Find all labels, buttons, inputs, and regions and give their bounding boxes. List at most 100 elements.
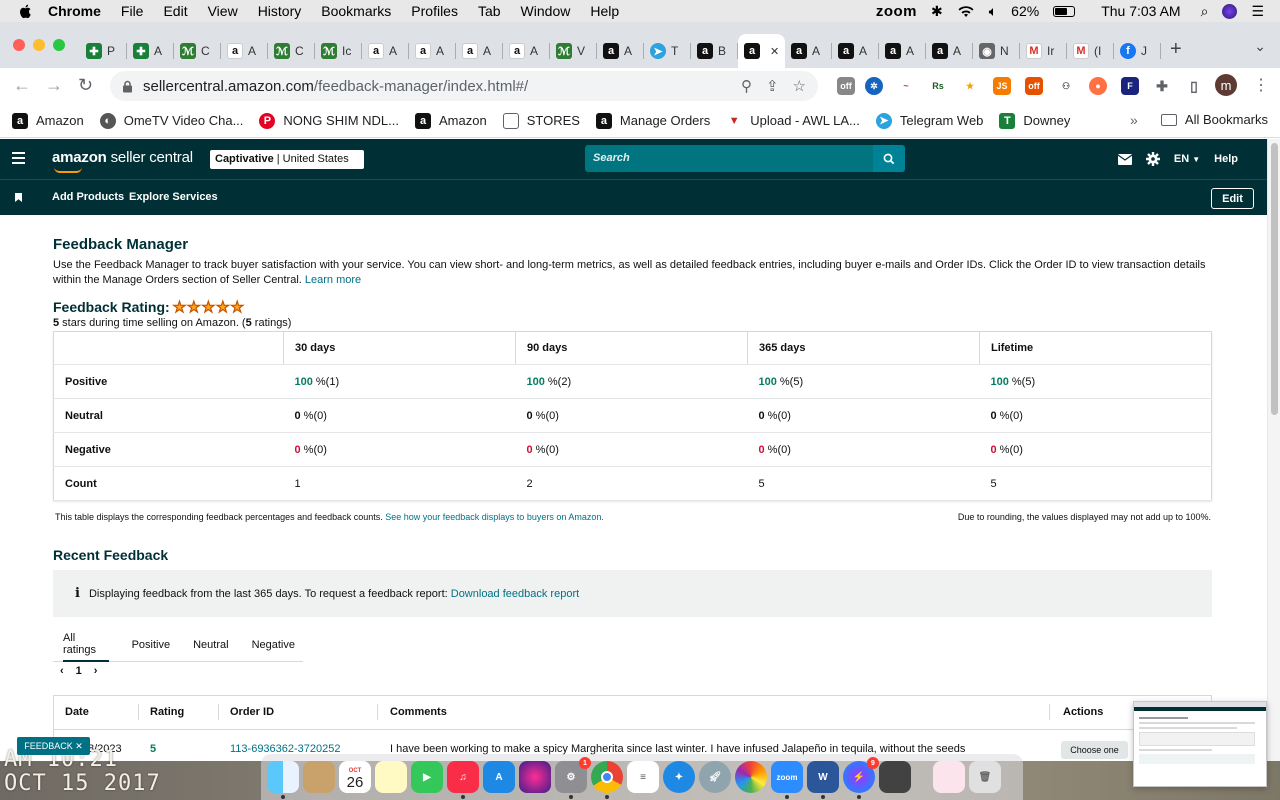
browser-tab[interactable]: aA	[832, 34, 879, 68]
bookmark-manage-orders[interactable]: a Manage Orders	[595, 112, 710, 129]
feedback-display-link[interactable]: See how your feedback displays to buyers…	[385, 512, 604, 522]
account-switcher[interactable]: Captivative | United States	[210, 150, 364, 169]
reminders-icon[interactable]: ≡	[627, 761, 659, 793]
current-page[interactable]: 1	[76, 665, 82, 677]
menu-app-name[interactable]: Chrome	[48, 3, 101, 19]
help-link[interactable]: Help	[1214, 153, 1238, 165]
word-icon[interactable]: W	[807, 761, 839, 799]
menu-help[interactable]: Help	[590, 3, 619, 19]
browser-tab[interactable]: aA	[456, 34, 503, 68]
browser-tab[interactable]: a ✕	[738, 34, 785, 68]
photos-icon[interactable]	[735, 761, 767, 793]
extension-link-icon[interactable]: ⚇	[1057, 77, 1075, 95]
address-bar[interactable]: sellercentral.amazon.com/feedback-manage…	[110, 71, 818, 101]
choose-action-dropdown[interactable]: Choose one	[1061, 741, 1128, 759]
system-preferences-icon[interactable]: ⚙ 1	[555, 757, 591, 799]
new-tab-button[interactable]: +	[1170, 38, 1182, 61]
extension-f-icon[interactable]: F	[1121, 77, 1139, 95]
volume-icon[interactable]: 🔈︎	[989, 3, 997, 20]
header-rating[interactable]: Rating	[150, 706, 184, 718]
browser-tab[interactable]: aA	[879, 34, 926, 68]
spotlight-search-icon[interactable]: ⌕	[1201, 3, 1209, 20]
browser-tab[interactable]: aA	[221, 34, 268, 68]
zoom-status-icon[interactable]: zoom	[876, 3, 917, 20]
menu-profiles[interactable]: Profiles	[411, 3, 458, 19]
browser-tab[interactable]: aA	[362, 34, 409, 68]
learn-more-link[interactable]: Learn more	[305, 274, 361, 286]
mail-icon[interactable]	[1117, 153, 1132, 165]
window-close-button[interactable]	[13, 39, 25, 51]
window-zoom-button[interactable]	[53, 39, 65, 51]
header-date[interactable]: Date	[65, 706, 89, 718]
notes-tan-icon[interactable]	[303, 761, 335, 793]
browser-tab[interactable]: ℳC	[268, 34, 315, 68]
bookmarks-overflow-chevron-icon[interactable]: »	[1130, 112, 1138, 128]
browser-tab[interactable]: M (I	[1067, 34, 1114, 68]
siri-icon[interactable]	[1222, 3, 1238, 19]
wifi-icon[interactable]	[957, 5, 975, 18]
extension-off2-icon[interactable]: off	[1025, 77, 1043, 95]
tab-positive[interactable]: Positive	[132, 628, 171, 662]
browser-tab[interactable]: ✚ A	[127, 34, 174, 68]
bookmark-ometv[interactable]: ◐ OmeTV Video Cha...	[99, 112, 243, 129]
calendar-icon[interactable]: OCT 26	[339, 761, 371, 793]
bluetooth-icon[interactable]: ✱	[931, 3, 943, 20]
siri-app-icon[interactable]	[519, 761, 551, 793]
scrollbar-thumb[interactable]	[1271, 143, 1278, 415]
extension-rs-icon[interactable]: Rs	[929, 77, 947, 95]
header-order-id[interactable]: Order ID	[230, 706, 274, 718]
zoom-app-icon[interactable]: zoom	[771, 761, 803, 799]
browser-tab[interactable]: aA	[503, 34, 550, 68]
bookmark-downey[interactable]: T Downey	[999, 112, 1070, 129]
tab-negative[interactable]: Negative	[252, 628, 295, 662]
menu-edit[interactable]: Edit	[163, 3, 187, 19]
browser-tab[interactable]: aA	[409, 34, 456, 68]
browser-tab[interactable]: fJ	[1114, 34, 1161, 68]
browser-tab[interactable]: aB	[691, 34, 738, 68]
menubar-clock[interactable]: Thu 7:03 AM	[1101, 3, 1180, 19]
printer-icon[interactable]	[879, 761, 911, 793]
bookmark-telegram[interactable]: ➤ Telegram Web	[875, 112, 983, 129]
messenger-icon[interactable]: ⚡ 9	[843, 757, 879, 799]
browser-tab[interactable]: ℳV	[550, 34, 597, 68]
extension-star-icon[interactable]: ★	[961, 77, 979, 95]
extension-blue-icon[interactable]: ✲	[865, 77, 883, 95]
extension-wave-icon[interactable]: ~	[897, 77, 915, 95]
tab-neutral[interactable]: Neutral	[193, 628, 228, 662]
stickies-icon[interactable]	[375, 761, 407, 793]
launchpad-icon[interactable]: 🚀︎	[699, 761, 731, 793]
tab-all-ratings[interactable]: All ratings	[63, 628, 109, 662]
bookmark-amazon-2[interactable]: a Amazon	[415, 112, 487, 129]
menu-view[interactable]: View	[208, 3, 238, 19]
sc-search-input[interactable]: Search	[585, 145, 873, 172]
seller-central-logo[interactable]: amazon seller central	[52, 149, 193, 173]
browser-tab[interactable]: ◉ N	[973, 34, 1020, 68]
bookmark-stores-folder[interactable]: STORES	[502, 112, 580, 129]
zoom-magnifier-icon[interactable]: ⚲	[741, 77, 752, 95]
explore-services-link[interactable]: Explore Services	[129, 191, 218, 203]
window-minimize-button[interactable]	[33, 39, 45, 51]
settings-gear-icon[interactable]	[1145, 152, 1160, 166]
share-icon[interactable]: ⇪	[766, 77, 779, 95]
edit-nav-button[interactable]: Edit	[1211, 188, 1254, 209]
profile-avatar[interactable]: m	[1215, 74, 1237, 96]
hamburger-menu-icon[interactable]	[12, 152, 25, 164]
menu-window[interactable]: Window	[521, 3, 571, 19]
bookmark-nongshim[interactable]: P NONG SHIM NDL...	[259, 112, 399, 129]
browser-tab[interactable]: ✚ P	[80, 34, 127, 68]
add-products-link[interactable]: Add Products	[52, 191, 124, 203]
browser-tab[interactable]: aA	[597, 34, 644, 68]
extension-js-icon[interactable]: JS	[993, 77, 1011, 95]
tab-search-chevron-icon[interactable]: ⌄	[1254, 38, 1266, 55]
document-preview-icon[interactable]	[933, 761, 965, 793]
menu-history[interactable]: History	[258, 3, 302, 19]
safari-icon[interactable]: ✦	[663, 761, 695, 793]
close-tab-icon[interactable]: ✕	[770, 45, 779, 58]
menu-bookmarks[interactable]: Bookmarks	[321, 3, 391, 19]
browser-tab[interactable]: aA	[785, 34, 832, 68]
chrome-menu-icon[interactable]: ⋮	[1253, 75, 1269, 95]
bookmark-upload-awl[interactable]: ▼ Upload - AWL LA...	[726, 112, 860, 129]
browser-tab[interactable]: aA	[926, 34, 973, 68]
apple-icon[interactable]	[18, 3, 34, 19]
all-bookmarks-button[interactable]: All Bookmarks	[1160, 112, 1268, 127]
